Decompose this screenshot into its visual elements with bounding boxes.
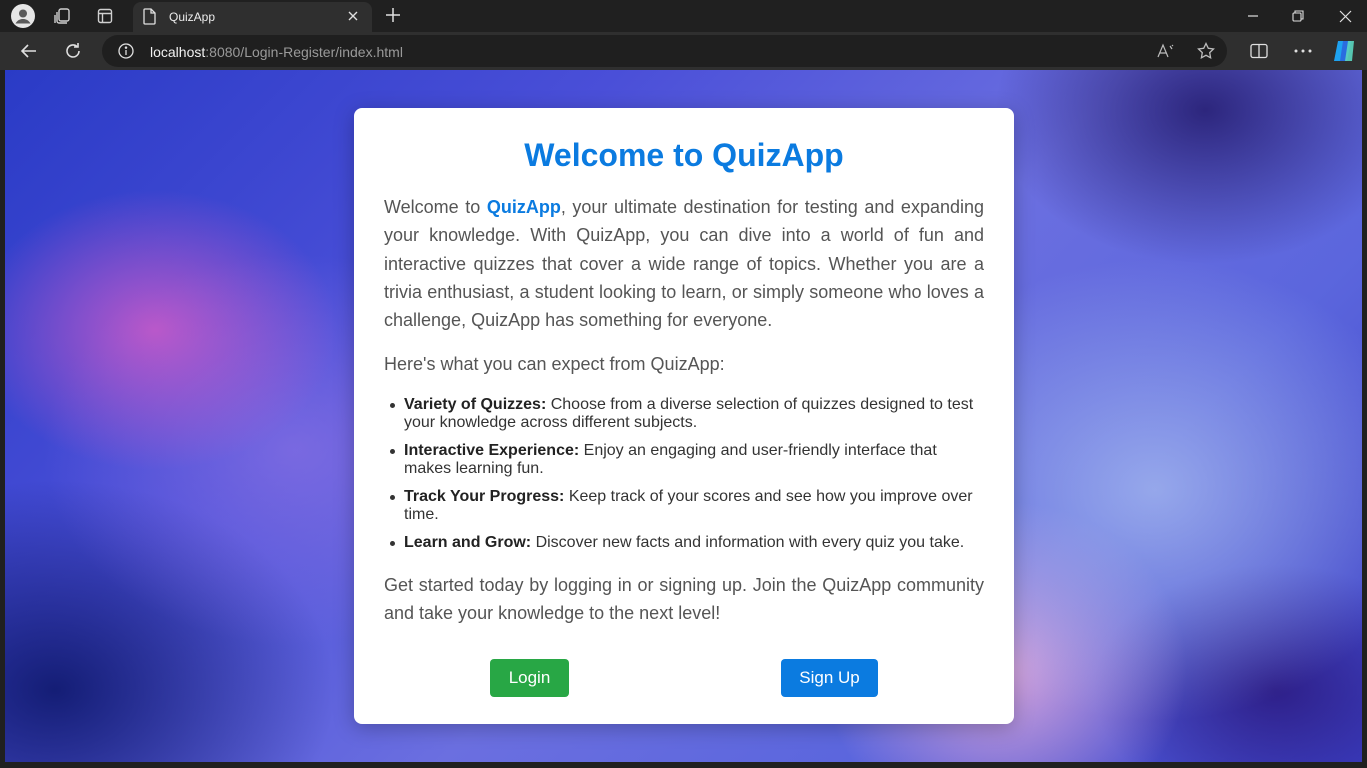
intro-paragraph: Welcome to QuizApp, your ultimate destin… [384,193,984,334]
list-item: Track Your Progress: Keep track of your … [390,487,984,524]
tab-title: QuizApp [169,10,216,24]
site-info-icon[interactable] [118,43,134,64]
list-item: Variety of Quizzes: Choose from a divers… [390,395,984,432]
feature-list: Variety of Quizzes: Choose from a divers… [384,396,984,552]
close-tab-icon[interactable] [346,9,360,28]
intro-text-start: Welcome to [384,197,487,217]
profile-icon[interactable] [11,4,35,28]
new-tab-icon[interactable] [382,4,404,31]
document-icon [143,8,157,30]
back-icon[interactable] [16,38,42,64]
url-host: localhost [150,44,206,60]
page-background: Welcome to QuizApp Welcome to QuizApp, y… [5,70,1362,762]
active-tab[interactable]: QuizApp [133,2,372,32]
feature-title: Learn and Grow: [404,533,532,551]
login-button[interactable]: Login [490,659,569,698]
list-item: Learn and Grow: Discover new facts and i… [390,533,984,552]
close-window-icon[interactable] [1333,4,1357,28]
feature-title: Interactive Experience: [404,441,580,459]
address-bar[interactable]: localhost:8080/Login-Register/index.html [102,35,1227,67]
welcome-card: Welcome to QuizApp Welcome to QuizApp, y… [354,108,1014,724]
brand-name: QuizApp [486,197,561,217]
favorite-star-icon[interactable] [1197,42,1215,60]
feature-title: Variety of Quizzes: [404,395,547,413]
minimize-icon[interactable] [1241,4,1265,28]
expect-heading: Here's what you can expect from QuizApp: [384,354,725,375]
feature-text: Discover new facts and information with … [531,533,965,551]
list-item: Interactive Experience: Enjoy an engagin… [390,441,984,478]
tab-bar: QuizApp [0,0,1367,32]
read-aloud-icon[interactable] [1157,42,1175,60]
feature-title: Track Your Progress: [404,487,565,505]
refresh-icon[interactable] [60,38,86,64]
restore-icon[interactable] [1286,4,1310,28]
more-options-icon[interactable] [1290,38,1316,64]
page-title: Welcome to QuizApp [524,137,844,173]
browser-toolbar: localhost:8080/Login-Register/index.html [0,32,1367,70]
split-screen-icon[interactable] [1246,38,1272,64]
outro-paragraph: Get started today by logging in or signi… [384,574,984,624]
signup-button[interactable]: Sign Up [781,659,878,698]
window-bottom-border [0,762,1367,768]
workspaces-icon[interactable] [51,4,75,28]
auth-buttons: Login Sign Up [384,659,984,698]
url-text: localhost:8080/Login-Register/index.html [150,44,403,60]
tab-actions-icon[interactable] [93,4,117,28]
copilot-icon[interactable] [1331,38,1357,64]
url-path: :8080/Login-Register/index.html [205,44,403,60]
